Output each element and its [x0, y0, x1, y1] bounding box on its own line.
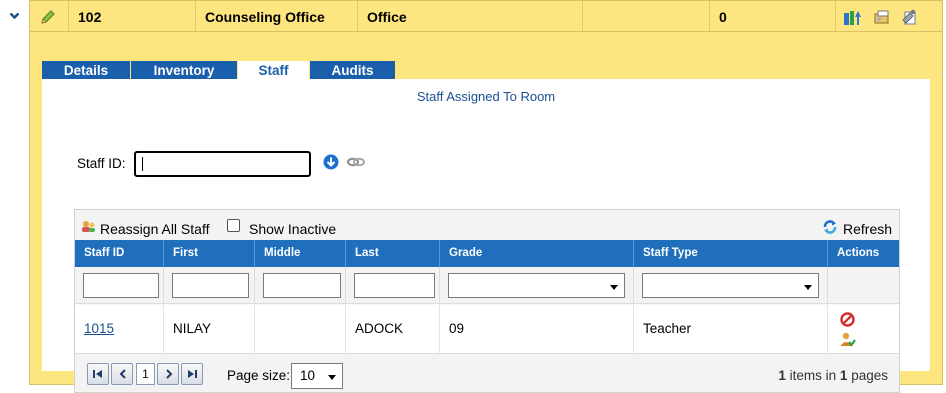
tab-staff[interactable]: Staff	[238, 61, 310, 80]
column-header-staff-id[interactable]: Staff ID	[75, 240, 164, 267]
chevron-down-icon[interactable]	[9, 10, 20, 21]
page-size-select[interactable]: 10	[291, 363, 343, 389]
filter-staff-type-select[interactable]	[642, 273, 819, 298]
edit-pencil-icon[interactable]	[39, 8, 57, 26]
remove-staff-icon[interactable]	[840, 312, 855, 327]
staff-tab-content: Staff Assigned To Room Staff ID: Reassig…	[42, 79, 930, 393]
show-inactive-checkbox[interactable]	[227, 219, 240, 232]
filter-grade-select[interactable]	[448, 273, 625, 298]
column-header-middle[interactable]: Middle	[255, 240, 346, 267]
dropdown-arrow-icon	[328, 375, 336, 380]
pages-text: pages	[851, 368, 888, 383]
previous-page-button[interactable]	[111, 363, 133, 385]
tab-details[interactable]: Details	[42, 61, 131, 80]
move-up-icon[interactable]	[843, 8, 861, 26]
dropdown-arrow-icon	[610, 285, 618, 290]
staff-id-link[interactable]: 1015	[84, 321, 114, 336]
items-summary: 1 items in 1 pages	[778, 368, 888, 383]
next-page-icon	[166, 369, 173, 379]
reassign-person-icon[interactable]	[839, 331, 856, 348]
tab-audits[interactable]: Audits	[310, 61, 396, 80]
grid-pager: 1 Page size: 10 1 items in 1 pages	[75, 353, 899, 392]
room-count: 0	[719, 9, 727, 25]
filter-last-input[interactable]	[354, 273, 435, 298]
staff-id-label: Staff ID:	[77, 156, 126, 171]
show-inactive-label: Show Inactive	[249, 221, 337, 237]
column-header-last[interactable]: Last	[346, 240, 440, 267]
reassign-staff-icon[interactable]	[81, 220, 96, 233]
room-name: Counseling Office	[205, 9, 325, 25]
column-header-first[interactable]: First	[164, 240, 255, 267]
cell-last: ADOCK	[355, 321, 404, 336]
filter-row	[75, 267, 899, 304]
column-header-staff-type[interactable]: Staff Type	[634, 240, 828, 267]
staff-id-input[interactable]	[134, 151, 311, 177]
table-row: 1015 NILAY ADOCK 09 Teacher	[75, 305, 899, 353]
items-count: 1	[778, 368, 786, 383]
last-page-icon	[188, 370, 197, 378]
page-size-label: Page size:	[227, 368, 291, 383]
filter-first-input[interactable]	[172, 273, 249, 298]
current-page-number[interactable]: 1	[136, 363, 155, 385]
cell-grade: 09	[449, 321, 465, 336]
clipboard-icon[interactable]	[901, 8, 919, 26]
page-size-value: 10	[300, 368, 316, 383]
column-header-actions: Actions	[837, 247, 880, 259]
grid-toolbar: Reassign All Staff Show Inactive Refresh	[75, 210, 899, 240]
first-page-icon	[93, 370, 102, 378]
tab-inventory[interactable]: Inventory	[131, 61, 238, 80]
add-staff-icon[interactable]	[323, 154, 339, 170]
grid-header: Staff ID First Middle Last Grade Staff T…	[75, 240, 899, 267]
refresh-button[interactable]: Refresh	[843, 221, 892, 237]
room-number: 102	[78, 9, 102, 25]
first-page-button[interactable]	[87, 363, 109, 385]
cell-staff-type: Teacher	[643, 321, 692, 336]
lookup-link-icon[interactable]	[347, 156, 365, 168]
print-labels-icon[interactable]	[873, 8, 891, 26]
previous-page-icon	[119, 369, 126, 379]
section-title: Staff Assigned To Room	[416, 89, 556, 104]
text-caret	[142, 157, 143, 171]
pages-count: 1	[839, 368, 848, 383]
room-row: 102 Counseling Office Office 0	[0, 0, 946, 32]
next-page-button[interactable]	[157, 363, 179, 385]
filter-staff-id-input[interactable]	[83, 273, 159, 298]
room-row-band: 102 Counseling Office Office 0	[29, 0, 943, 32]
items-text: items in	[789, 368, 837, 383]
last-page-button[interactable]	[181, 363, 203, 385]
reassign-all-staff-button[interactable]: Reassign All Staff	[100, 221, 209, 237]
cell-first: NILAY	[173, 321, 212, 336]
dropdown-arrow-icon	[804, 285, 812, 290]
filter-middle-input[interactable]	[263, 273, 341, 298]
refresh-icon[interactable]	[822, 219, 838, 235]
column-header-grade[interactable]: Grade	[440, 240, 634, 267]
room-type: Office	[367, 9, 407, 25]
expand-cell	[0, 0, 29, 32]
room-detail-panel: Details Inventory Staff Audits Staff Ass…	[29, 32, 943, 393]
staff-grid: Reassign All Staff Show Inactive Refresh…	[74, 209, 900, 393]
